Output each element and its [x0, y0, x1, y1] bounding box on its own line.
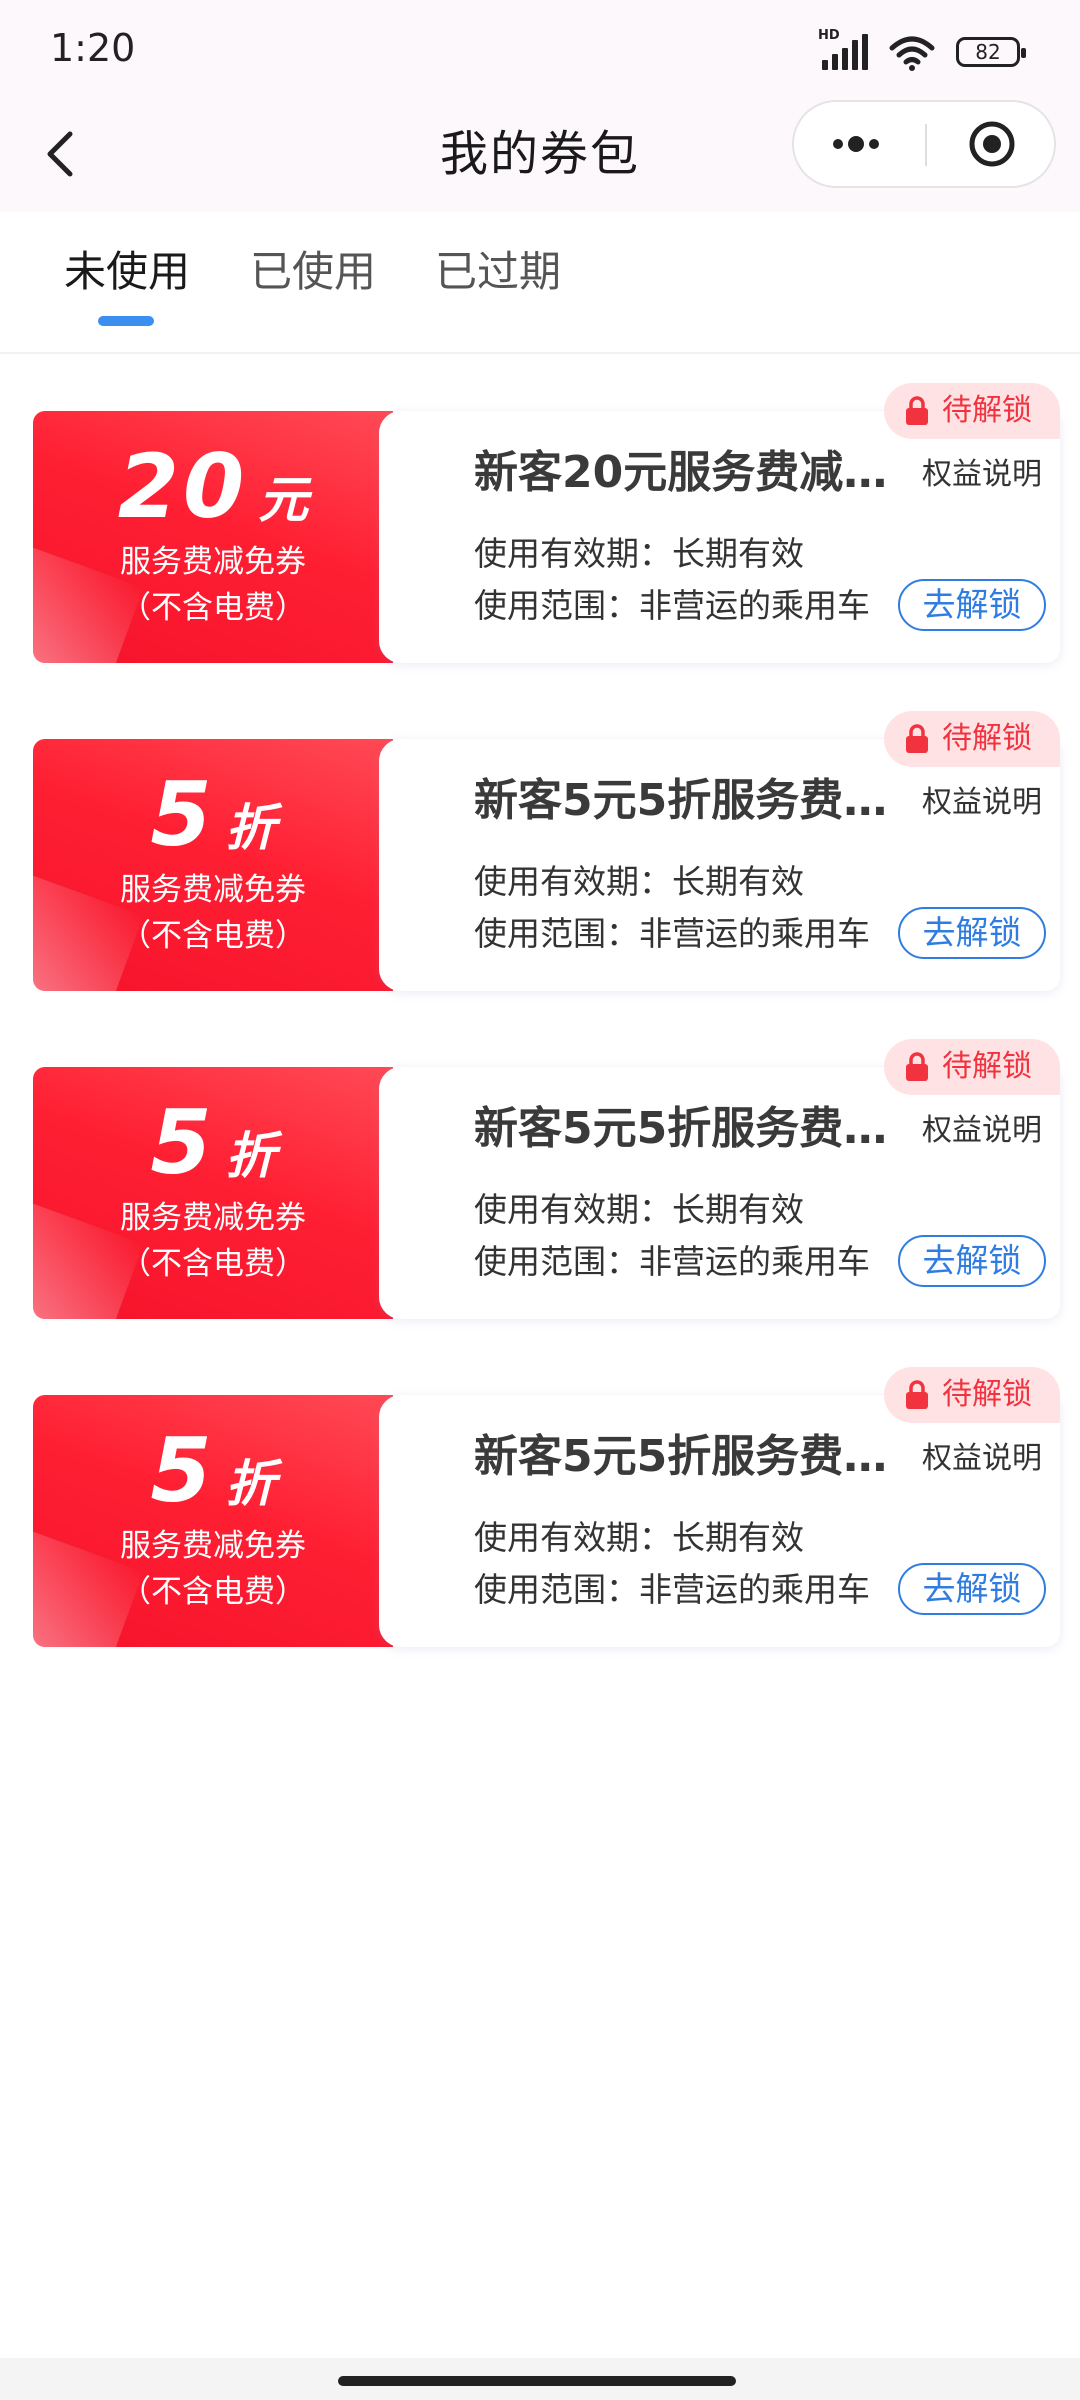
coupon-type-line1: 服务费减免券	[120, 1200, 306, 1236]
coupon-type-line1: 服务费减免券	[120, 872, 306, 908]
lock-icon	[906, 1380, 928, 1409]
coupon-info-panel: 新客5元5折服务费减免券 权益说明 使用有效期：长期有效 使用范围：非营运的乘用…	[379, 739, 1060, 991]
coupon-info-panel: 新客5元5折服务费减免券 权益说明 使用有效期：长期有效 使用范围：非营运的乘用…	[379, 1395, 1060, 1647]
lock-icon	[906, 1052, 928, 1081]
status-bar: 1:20 HD 82	[0, 0, 1080, 100]
battery-level: 82	[975, 40, 1001, 64]
coupon-type-line1: 服务费减免券	[120, 1528, 306, 1564]
badge-label: 待解锁	[942, 721, 1032, 756]
coupon-amount-unit: 元	[258, 471, 309, 529]
coupon-type-line2: （不含电费）	[120, 590, 306, 626]
coupon-value-panel: 5折 服务费减免券 （不含电费）	[33, 739, 393, 991]
coupon-validity: 使用有效期：长期有效	[474, 1518, 804, 1557]
more-dots-icon	[833, 136, 879, 152]
coupon-amount-unit: 折	[225, 799, 276, 857]
more-button[interactable]	[822, 102, 962, 186]
unlock-button[interactable]: 去解锁	[898, 907, 1046, 959]
coupon-scope: 使用范围：非营运的乘用车	[474, 914, 870, 953]
coupon-amount-unit: 折	[225, 1127, 276, 1185]
coupon-info-panel: 新客5元5折服务费减免券 权益说明 使用有效期：长期有效 使用范围：非营运的乘用…	[379, 1067, 1060, 1319]
target-icon	[969, 121, 1015, 167]
coupon-amount: 5折	[33, 1095, 393, 1191]
tab-expired[interactable]: 已过期	[435, 242, 561, 302]
home-indicator-bar[interactable]	[338, 2376, 736, 2386]
coupon-card[interactable]: 5折 服务费减免券 （不含电费） 新客5元5折服务费减免券 权益说明 使用有效期…	[33, 1039, 1060, 1323]
coupon-type: 服务费减免券 （不含电费）	[33, 867, 393, 959]
coupon-amount: 5折	[33, 767, 393, 863]
tab-unused[interactable]: 未使用	[64, 242, 190, 302]
wifi-icon	[886, 32, 938, 72]
lock-icon	[906, 724, 928, 753]
coupon-info-panel: 新客20元服务费减免券 权益说明 使用有效期：长期有效 使用范围：非营运的乘用车…	[379, 411, 1060, 663]
coupon-value-panel: 5折 服务费减免券 （不含电费）	[33, 1067, 393, 1319]
pending-unlock-badge: 待解锁	[884, 1367, 1060, 1423]
coupon-title: 新客20元服务费减免券	[474, 447, 894, 498]
badge-label: 待解锁	[942, 1049, 1032, 1084]
coupon-card[interactable]: 20 元 服务费减免券 （不含电费） 新客20元服务费减免券 权益说明 使用有效期…	[33, 383, 1060, 667]
tab-used[interactable]: 已使用	[250, 242, 376, 302]
coupon-amount-number: 5	[150, 763, 216, 866]
coupon-title: 新客5元5折服务费减免券	[474, 775, 894, 826]
capsule-divider	[925, 124, 927, 166]
coupon-card[interactable]: 5折 服务费减免券 （不含电费） 新客5元5折服务费减免券 权益说明 使用有效期…	[33, 711, 1060, 995]
coupon-type: 服务费减免券 （不含电费）	[33, 1195, 393, 1287]
close-program-button[interactable]	[962, 114, 1022, 174]
coupon-type-line1: 服务费减免券	[120, 544, 306, 580]
nav-bar: 我的券包	[0, 100, 1080, 212]
coupon-amount: 20 元	[33, 439, 393, 535]
status-icons: HD 82	[818, 28, 1026, 74]
coupon-type-line2: （不含电费）	[120, 1574, 306, 1610]
coupon-validity: 使用有效期：长期有效	[474, 1190, 804, 1229]
coupon-value-panel: 20 元 服务费减免券 （不含电费）	[33, 411, 393, 663]
coupon-value-panel: 5折 服务费减免券 （不含电费）	[33, 1395, 393, 1647]
active-tab-indicator	[98, 316, 154, 326]
badge-label: 待解锁	[942, 1377, 1032, 1412]
coupon-amount-number: 5	[150, 1419, 216, 1522]
unlock-button[interactable]: 去解锁	[898, 1563, 1046, 1615]
benefit-link[interactable]: 权益说明	[922, 1107, 1042, 1155]
coupon-scope: 使用范围：非营运的乘用车	[474, 586, 870, 625]
battery-icon: 82	[956, 37, 1026, 67]
benefit-link[interactable]: 权益说明	[922, 779, 1042, 827]
coupon-amount-number: 5	[150, 1091, 216, 1194]
unlock-button[interactable]: 去解锁	[898, 579, 1046, 631]
coupon-scope: 使用范围：非营运的乘用车	[474, 1570, 870, 1609]
coupon-amount: 5折	[33, 1423, 393, 1519]
coupon-type: 服务费减免券 （不含电费）	[33, 539, 393, 631]
coupon-amount-number: 20	[117, 435, 249, 538]
pending-unlock-badge: 待解锁	[884, 383, 1060, 439]
unlock-button[interactable]: 去解锁	[898, 1235, 1046, 1287]
mini-program-capsule	[792, 100, 1056, 188]
coupon-title: 新客5元5折服务费减免券	[474, 1431, 894, 1482]
benefit-link[interactable]: 权益说明	[922, 451, 1042, 499]
tab-bar: 未使用 已使用 已过期	[0, 212, 1080, 352]
coupon-type-line2: （不含电费）	[120, 1246, 306, 1282]
badge-label: 待解锁	[942, 393, 1032, 428]
signal-icon: HD	[818, 28, 868, 72]
pending-unlock-badge: 待解锁	[884, 711, 1060, 767]
coupon-validity: 使用有效期：长期有效	[474, 534, 804, 573]
tabs-divider	[0, 352, 1080, 354]
coupon-title: 新客5元5折服务费减免券	[474, 1103, 894, 1154]
pending-unlock-badge: 待解锁	[884, 1039, 1060, 1095]
coupon-type-line2: （不含电费）	[120, 918, 306, 954]
status-time: 1:20	[50, 26, 136, 70]
coupon-scope: 使用范围：非营运的乘用车	[474, 1242, 870, 1281]
coupon-type: 服务费减免券 （不含电费）	[33, 1523, 393, 1615]
lock-icon	[906, 396, 928, 425]
coupon-validity: 使用有效期：长期有效	[474, 862, 804, 901]
benefit-link[interactable]: 权益说明	[922, 1435, 1042, 1483]
coupon-card[interactable]: 5折 服务费减免券 （不含电费） 新客5元5折服务费减免券 权益说明 使用有效期…	[33, 1367, 1060, 1651]
coupon-amount-unit: 折	[225, 1455, 276, 1513]
